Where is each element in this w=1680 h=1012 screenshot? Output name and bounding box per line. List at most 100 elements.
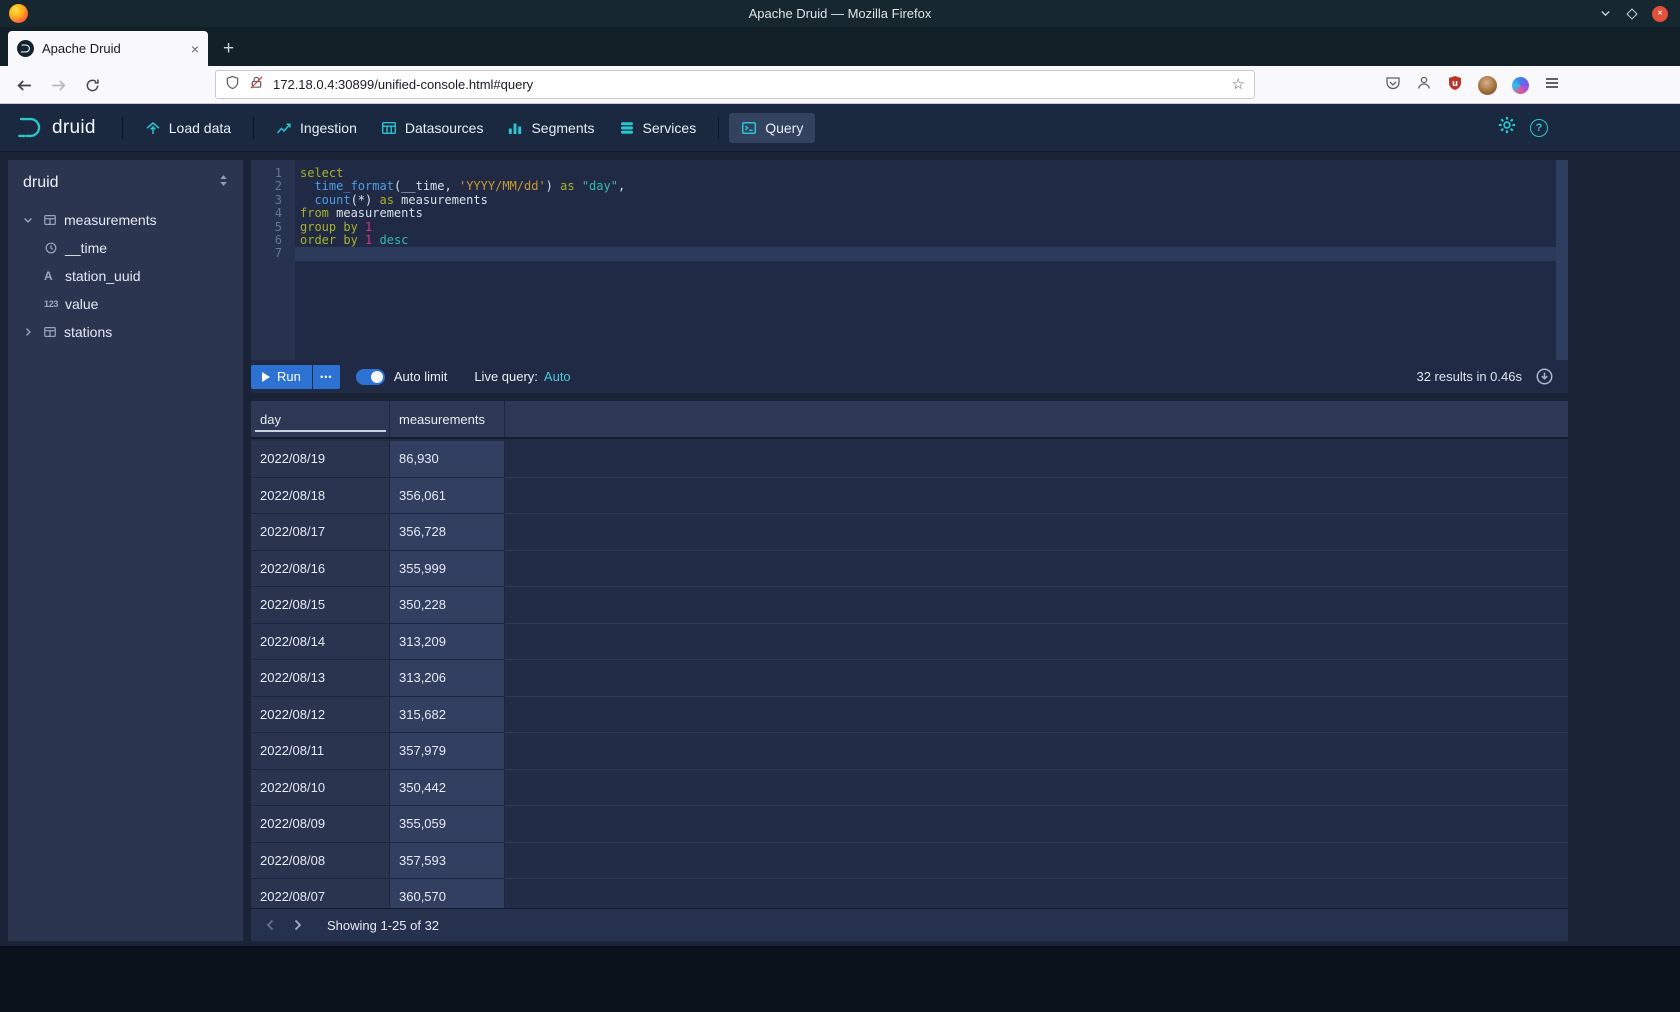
tree-item-measurements[interactable]: measurements [8, 206, 243, 234]
run-button[interactable]: Run [251, 365, 312, 389]
nav-label: Load data [169, 120, 231, 136]
table-row[interactable]: 2022/08/12315,682 [251, 697, 1568, 734]
datasources-icon [381, 120, 397, 136]
cell-day[interactable]: 2022/08/12 [251, 697, 390, 734]
cell-day[interactable]: 2022/08/13 [251, 660, 390, 697]
auto-limit-toggle[interactable] [356, 369, 385, 385]
editor-scrollbar[interactable] [1556, 160, 1568, 360]
editor-code[interactable]: select time_format(__time, 'YYYY/MM/dd')… [295, 160, 1556, 360]
tree-item-time[interactable]: __time [8, 234, 243, 262]
tab-close-button[interactable]: × [191, 41, 199, 57]
cell-day[interactable]: 2022/08/11 [251, 733, 390, 770]
table-row[interactable]: 2022/08/17356,728 [251, 514, 1568, 551]
window-minimize-button[interactable] [1599, 7, 1612, 20]
tree-item-station-uuid[interactable]: A station_uuid [8, 262, 243, 290]
menu-button[interactable] [1544, 75, 1560, 96]
url-bar[interactable]: 172.18.0.4:30899/unified-console.html#qu… [215, 70, 1255, 99]
nav-segments[interactable]: Segments [495, 113, 606, 143]
browser-toolbar: 172.18.0.4:30899/unified-console.html#qu… [0, 66, 1680, 104]
table-row[interactable]: 2022/08/14313,209 [251, 624, 1568, 661]
help-button[interactable]: ? [1530, 119, 1548, 137]
cell-day[interactable]: 2022/08/19 [251, 441, 390, 478]
cell-measurements[interactable]: 315,682 [390, 697, 505, 734]
cell-measurements[interactable]: 350,442 [390, 770, 505, 807]
table-row[interactable]: 2022/08/1986,930 [251, 441, 1568, 478]
cell-measurements[interactable]: 360,570 [390, 879, 505, 908]
cell-measurements[interactable]: 313,209 [390, 624, 505, 661]
cell-day[interactable]: 2022/08/17 [251, 514, 390, 551]
cell-day[interactable]: 2022/08/16 [251, 551, 390, 588]
reload-button[interactable] [85, 66, 100, 104]
settings-gear-button[interactable] [1498, 116, 1516, 139]
sql-editor[interactable]: 1234567 select time_format(__time, 'YYYY… [251, 160, 1568, 360]
live-query-value[interactable]: Auto [544, 369, 571, 384]
nav-services[interactable]: Services [607, 113, 709, 143]
tree-item-value[interactable]: 123 value [8, 290, 243, 318]
table-row[interactable]: 2022/08/18356,061 [251, 478, 1568, 515]
druid-logo[interactable]: druid [16, 114, 96, 141]
line-number: 2 [251, 180, 282, 193]
cell-measurements[interactable]: 357,979 [390, 733, 505, 770]
shield-icon[interactable] [225, 75, 240, 95]
cell-day[interactable]: 2022/08/09 [251, 806, 390, 843]
chevron-right-icon[interactable] [22, 326, 43, 338]
profile-avatar[interactable] [1478, 76, 1497, 95]
nav-ingestion[interactable]: Ingestion [264, 113, 369, 143]
pocket-icon[interactable] [1385, 75, 1401, 96]
cell-measurements[interactable]: 313,206 [390, 660, 505, 697]
more-options-button[interactable]: ••• [313, 365, 340, 389]
druid-header: druid Load data Ingestion Datasources [0, 104, 1680, 152]
extension-icon[interactable] [1512, 77, 1529, 94]
forward-button[interactable] [50, 66, 67, 104]
account-icon[interactable] [1416, 75, 1432, 96]
cell-day[interactable]: 2022/08/07 [251, 879, 390, 908]
cell-measurements[interactable]: 357,593 [390, 843, 505, 880]
back-button[interactable] [16, 66, 33, 104]
nav-load-data[interactable]: Load data [133, 113, 243, 143]
window-close-button[interactable]: × [1652, 6, 1668, 22]
nav-datasources[interactable]: Datasources [369, 113, 496, 143]
cell-measurements[interactable]: 356,061 [390, 478, 505, 515]
cell-measurements[interactable]: 356,728 [390, 514, 505, 551]
results-body: 2022/08/1986,9302022/08/18356,0612022/08… [251, 441, 1568, 908]
column-header-measurements[interactable]: measurements [390, 401, 505, 437]
auto-limit-label: Auto limit [394, 369, 447, 384]
row-filler [505, 478, 1568, 515]
cell-day[interactable]: 2022/08/15 [251, 587, 390, 624]
cell-measurements[interactable]: 350,228 [390, 587, 505, 624]
insecure-lock-icon[interactable] [249, 75, 264, 95]
table-row[interactable]: 2022/08/09355,059 [251, 806, 1568, 843]
table-row[interactable]: 2022/08/13313,206 [251, 660, 1568, 697]
cell-measurements[interactable]: 86,930 [390, 441, 505, 478]
prev-page-button[interactable] [258, 912, 284, 938]
column-header-day[interactable]: day [251, 401, 390, 437]
cell-measurements[interactable]: 355,999 [390, 551, 505, 588]
cell-measurements[interactable]: 355,059 [390, 806, 505, 843]
cell-day[interactable]: 2022/08/08 [251, 843, 390, 880]
table-row[interactable]: 2022/08/15350,228 [251, 587, 1568, 624]
nav-label: Ingestion [300, 120, 357, 136]
window-maximize-button[interactable] [1628, 10, 1636, 18]
table-row[interactable]: 2022/08/10350,442 [251, 770, 1568, 807]
double-caret-icon[interactable] [216, 173, 231, 193]
bookmark-star-icon[interactable]: ☆ [1232, 77, 1245, 92]
browser-tab[interactable]: Apache Druid × [8, 31, 208, 66]
download-icon[interactable] [1535, 367, 1554, 386]
new-tab-button[interactable]: + [223, 39, 234, 58]
cell-day[interactable]: 2022/08/10 [251, 770, 390, 807]
tree-item-stations[interactable]: stations [8, 318, 243, 346]
schema-sidebar: druid measurements [8, 160, 243, 941]
table-row[interactable]: 2022/08/08357,593 [251, 843, 1568, 880]
tree-label: __time [65, 240, 107, 256]
cell-day[interactable]: 2022/08/14 [251, 624, 390, 661]
ublock-icon[interactable]: u [1447, 75, 1463, 96]
play-icon [262, 372, 270, 382]
table-row[interactable]: 2022/08/07360,570 [251, 879, 1568, 908]
table-header: day measurements [251, 401, 1568, 439]
table-row[interactable]: 2022/08/11357,979 [251, 733, 1568, 770]
table-row[interactable]: 2022/08/16355,999 [251, 551, 1568, 588]
nav-query[interactable]: Query [729, 113, 815, 143]
next-page-button[interactable] [284, 912, 310, 938]
chevron-down-icon[interactable] [22, 214, 43, 226]
cell-day[interactable]: 2022/08/18 [251, 478, 390, 515]
